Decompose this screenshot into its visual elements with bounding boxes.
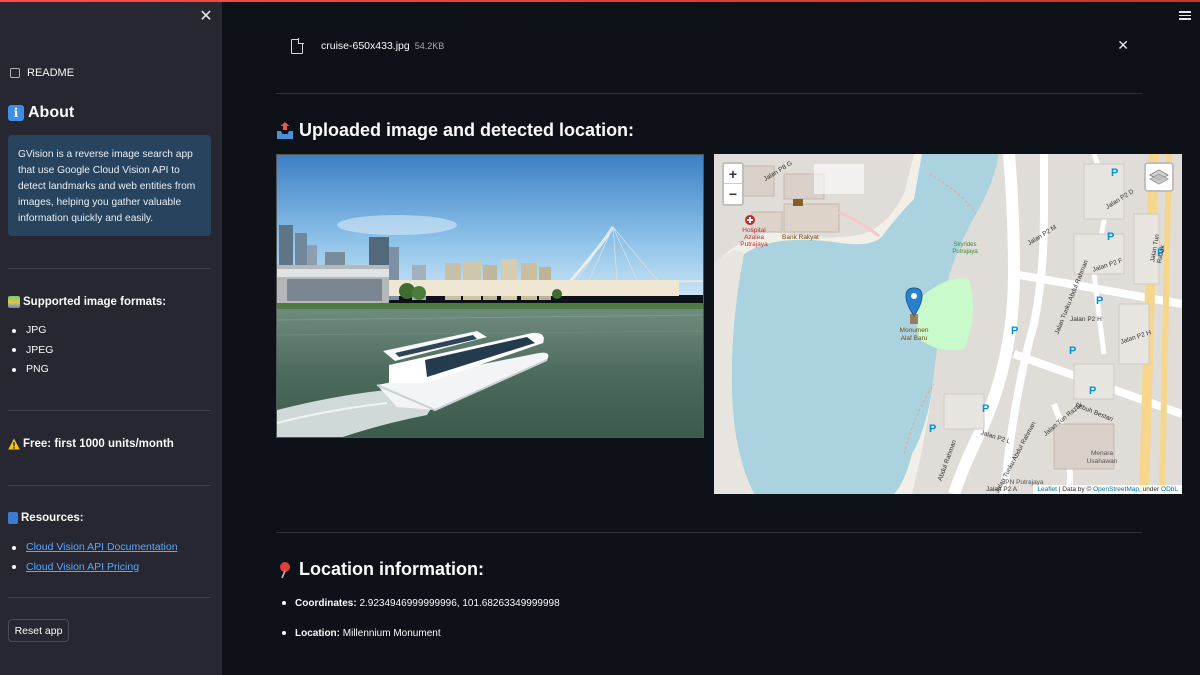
about-info-box: GVision is a reverse image search app th…: [8, 135, 211, 236]
zoom-in-button[interactable]: +: [724, 164, 742, 184]
file-size: 54.2KB: [414, 41, 445, 51]
main-menu-icon[interactable]: [1179, 11, 1191, 20]
coordinates-item: Coordinates: 2.9234946999999996, 101.682…: [282, 588, 560, 618]
uploaded-section-heading: Uploaded image and detected location:: [276, 120, 634, 141]
map-attribution: Leaflet | Data by © OpenStreetMap, under…: [1033, 485, 1182, 494]
map-label-jalan-p2a: Jalan P2 A: [986, 486, 1018, 493]
checkbox-icon[interactable]: [10, 68, 20, 78]
layers-icon: [1148, 169, 1170, 185]
osm-link[interactable]: OpenStreetMap: [1093, 486, 1139, 493]
resource-item: Cloud Vision API Documentation: [12, 538, 178, 558]
location-label: Location:: [295, 627, 340, 639]
attribution-separator: | Data by ©: [1056, 486, 1094, 493]
map-label-jalan-p2h: Jalan P2 H: [1070, 316, 1102, 323]
book-icon: [8, 512, 18, 524]
app-top-accent-bar: [0, 0, 1200, 2]
info-icon: i: [8, 105, 24, 121]
close-sidebar-icon[interactable]: ✕: [198, 9, 214, 25]
file-icon: [291, 38, 304, 54]
section-divider: [276, 532, 1142, 533]
svg-text:P: P: [929, 423, 936, 435]
sidebar-divider: [8, 485, 211, 486]
location-map[interactable]: P P P P P P P P P Hospital Azalea Putraj…: [714, 154, 1182, 494]
remove-file-icon[interactable]: ✕: [1117, 36, 1129, 54]
pricing-link[interactable]: Cloud Vision API Pricing: [26, 558, 139, 578]
readme-checkbox[interactable]: README: [10, 67, 74, 79]
map-label-menara: Menara Usahawan: [1086, 450, 1118, 465]
coordinates-label: Coordinates:: [295, 597, 357, 609]
readme-label: README: [27, 67, 75, 79]
uploaded-photo: [276, 154, 704, 438]
formats-heading: Supported image formats:: [8, 296, 166, 308]
formats-heading-text: Supported image formats:: [23, 296, 167, 308]
svg-text:P: P: [1089, 385, 1096, 397]
location-value: Millennium Monument: [342, 627, 441, 639]
about-heading-text: About: [28, 104, 75, 121]
file-name: cruise-650x433.jpg: [321, 40, 410, 52]
picture-icon: [8, 296, 20, 308]
location-section-title: Location information:: [299, 559, 484, 579]
attribution-under: , under: [1138, 486, 1162, 493]
format-item: PNG: [12, 360, 53, 380]
docs-link[interactable]: Cloud Vision API Documentation: [26, 538, 178, 558]
layers-control-button[interactable]: [1144, 162, 1174, 192]
svg-text:P: P: [1096, 295, 1103, 307]
map-label-bank: Bank Rakyat: [782, 234, 819, 241]
about-heading: i About: [8, 104, 74, 122]
map-label-monument: Monumen Alaf Baru: [899, 327, 929, 342]
svg-text:P: P: [1069, 345, 1076, 357]
resource-item: Cloud Vision API Pricing: [12, 558, 178, 578]
map-zoom-control: + −: [722, 162, 744, 206]
odbl-link[interactable]: ODbL: [1161, 486, 1178, 493]
zoom-out-button[interactable]: −: [724, 184, 742, 204]
uploaded-section-title: Uploaded image and detected location:: [299, 120, 635, 140]
sidebar: ✕ README i About GVision is a reverse im…: [0, 0, 222, 675]
free-tier-heading: Free: first 1000 units/month: [8, 438, 174, 450]
formats-list: JPG JPEG PNG: [12, 321, 53, 380]
location-item: Location: Millennium Monument: [282, 618, 560, 648]
map-label-hospital: Hospital Azalea Putrajaya: [740, 227, 768, 248]
svg-text:P: P: [1111, 167, 1118, 179]
sidebar-divider: [8, 410, 211, 411]
warning-icon: [8, 438, 20, 450]
svg-text:P: P: [1011, 325, 1018, 337]
outbox-tray-icon: [277, 121, 293, 139]
format-item: JPEG: [12, 341, 53, 361]
svg-text:P: P: [982, 403, 989, 415]
location-section-heading: Location information:: [276, 559, 484, 580]
free-tier-text: Free: first 1000 units/month: [23, 438, 174, 450]
format-item: JPG: [12, 321, 53, 341]
pushpin-icon: [280, 561, 290, 578]
coordinates-value: 2.9234946999999996, 101.68263349999998: [359, 597, 560, 609]
resources-heading: Resources:: [8, 512, 84, 524]
sidebar-divider: [8, 597, 211, 598]
resources-heading-text: Resources:: [21, 512, 84, 524]
location-info-list: Coordinates: 2.9234946999999996, 101.682…: [282, 588, 560, 648]
map-label-skyrides: Skyrides Putrajaya: [952, 242, 978, 255]
sidebar-divider: [8, 268, 211, 269]
about-text: GVision is a reverse image search app th…: [18, 149, 196, 224]
leaflet-link[interactable]: Leaflet: [1037, 486, 1057, 493]
resources-list: Cloud Vision API Documentation Cloud Vis…: [12, 538, 178, 577]
reset-app-button[interactable]: Reset app: [8, 619, 69, 642]
section-divider: [276, 93, 1142, 94]
uploaded-file-row: cruise-650x433.jpg 54.2KB ✕: [291, 36, 1141, 56]
svg-text:P: P: [1107, 231, 1114, 243]
